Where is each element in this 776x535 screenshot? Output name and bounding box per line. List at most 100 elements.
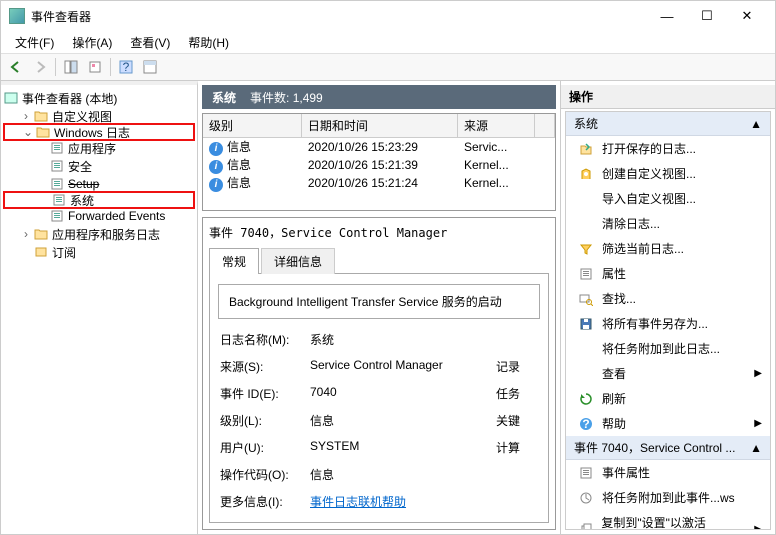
titlebar: 事件查看器 — ☐ ✕ xyxy=(1,1,775,31)
col-datetime[interactable]: 日期和时间 xyxy=(302,114,458,137)
section-label: 系统 xyxy=(574,115,598,132)
action-item[interactable]: 复制到"设置"以激活 Window▶ xyxy=(566,510,770,530)
action-item[interactable]: 清除日志... xyxy=(566,211,770,236)
col-level[interactable]: 级别 xyxy=(203,114,302,137)
action-item[interactable]: 查看▶ xyxy=(566,361,770,386)
forward-button[interactable] xyxy=(29,56,51,78)
blank-icon xyxy=(578,366,594,382)
table-row[interactable]: i信息2020/10/26 15:21:24Kernel... xyxy=(203,174,555,192)
prop-value[interactable]: 事件日志联机帮助 xyxy=(310,493,496,510)
cell-source: Servic... xyxy=(458,140,535,154)
tree-item-7[interactable]: ›应用程序和服务日志 xyxy=(3,225,195,243)
action-section-header[interactable]: 事件 7040，Service Control ...▲ xyxy=(566,436,770,460)
col-source[interactable]: 来源 xyxy=(458,114,535,137)
prop-key: 来源(S): xyxy=(220,358,310,375)
action-item[interactable]: 事件属性 xyxy=(566,460,770,485)
log-header: 系统 事件数: 1,499 xyxy=(202,85,556,109)
back-button[interactable] xyxy=(5,56,27,78)
action-label: 事件属性 xyxy=(602,464,650,481)
menu-help[interactable]: 帮助(H) xyxy=(180,32,237,53)
tree-root-label: 事件查看器 (本地) xyxy=(22,90,117,107)
tab-general[interactable]: 常规 xyxy=(209,248,259,274)
action-label: 复制到"设置"以激活 Window xyxy=(601,514,746,530)
prop-extra xyxy=(496,493,538,510)
action-label: 创建自定义视图... xyxy=(602,165,696,182)
toolbar: ? xyxy=(1,53,775,81)
event-grid[interactable]: 级别 日期和时间 来源 i信息2020/10/26 15:23:29Servic… xyxy=(202,113,556,211)
prop-key: 操作代码(O): xyxy=(220,466,310,483)
prop-key: 事件 ID(E): xyxy=(220,385,310,402)
table-row[interactable]: i信息2020/10/26 15:21:39Kernel... xyxy=(203,156,555,174)
tree-panel[interactable]: 事件查看器 (本地) ›自定义视图⌄Windows 日志应用程序安全Setup系… xyxy=(1,81,198,534)
prop-value: SYSTEM xyxy=(310,439,496,456)
table-row[interactable]: i信息2020/10/26 15:23:29Servic... xyxy=(203,138,555,156)
menu-view[interactable]: 查看(V) xyxy=(122,32,178,53)
action-label: 刷新 xyxy=(602,390,626,407)
log-name: 系统 xyxy=(212,89,236,106)
detail-title: 事件 7040，Service Control Manager xyxy=(209,222,549,247)
col-extra[interactable] xyxy=(535,114,555,137)
action-item[interactable]: 打开保存的日志... xyxy=(566,136,770,161)
menu-file[interactable]: 文件(F) xyxy=(7,32,62,53)
action-label: 将所有事件另存为... xyxy=(602,315,708,332)
blank-icon xyxy=(578,191,594,207)
info-icon: i xyxy=(209,160,223,174)
twisty-icon[interactable]: › xyxy=(19,109,33,123)
action-item[interactable]: 将所有事件另存为... xyxy=(566,311,770,336)
prop-key: 用户(U): xyxy=(220,439,310,456)
action-label: 将任务附加到此事件...ws xyxy=(602,489,735,506)
tree-item-label: 系统 xyxy=(70,192,94,209)
twisty-icon[interactable]: › xyxy=(19,227,33,241)
action-item[interactable]: 查找... xyxy=(566,286,770,311)
action-item[interactable]: 将任务附加到此日志... xyxy=(566,336,770,361)
main-area: 事件查看器 (本地) ›自定义视图⌄Windows 日志应用程序安全Setup系… xyxy=(1,81,775,534)
close-button[interactable]: ✕ xyxy=(727,1,767,31)
section-label: 事件 7040，Service Control ... xyxy=(574,439,735,456)
help-icon: ? xyxy=(578,416,594,432)
action-item[interactable]: 创建自定义视图... xyxy=(566,161,770,186)
help-button[interactable]: ? xyxy=(115,56,137,78)
properties-button[interactable] xyxy=(84,56,106,78)
actions-title: 操作 xyxy=(561,85,775,109)
blank-icon xyxy=(578,216,594,232)
event-properties: 日志名称(M):系统来源(S):Service Control Manager记… xyxy=(218,327,540,510)
action-item[interactable]: 属性 xyxy=(566,261,770,286)
maximize-button[interactable]: ☐ xyxy=(687,1,727,31)
prop-key: 日志名称(M): xyxy=(220,331,310,348)
eventviewer-icon xyxy=(3,91,19,105)
panel-button[interactable] xyxy=(139,56,161,78)
action-section-header[interactable]: 系统▲ xyxy=(566,112,770,136)
tree-item-3[interactable]: 安全 xyxy=(3,157,195,175)
chevron-right-icon: ▶ xyxy=(754,368,762,379)
props-icon xyxy=(578,465,594,481)
action-item[interactable]: 将任务附加到此事件...ws xyxy=(566,485,770,510)
action-item[interactable]: 筛选当前日志... xyxy=(566,236,770,261)
action-item[interactable]: 导入自定义视图... xyxy=(566,186,770,211)
attach-icon xyxy=(578,490,594,506)
minimize-button[interactable]: — xyxy=(647,1,687,31)
blank-icon xyxy=(578,341,594,357)
tab-details[interactable]: 详细信息 xyxy=(261,248,335,274)
show-tree-button[interactable] xyxy=(60,56,82,78)
info-icon: i xyxy=(209,178,223,192)
tree-item-8[interactable]: 订阅 xyxy=(3,243,195,261)
action-item[interactable]: 刷新 xyxy=(566,386,770,411)
tree-item-2[interactable]: 应用程序 xyxy=(3,139,195,157)
menubar: 文件(F) 操作(A) 查看(V) 帮助(H) xyxy=(1,31,775,53)
action-item[interactable]: ?帮助▶ xyxy=(566,411,770,436)
filter-icon xyxy=(578,241,594,257)
prop-value: 7040 xyxy=(310,385,496,402)
grid-header[interactable]: 级别 日期和时间 来源 xyxy=(203,114,555,138)
folder-icon xyxy=(35,125,51,139)
prop-extra xyxy=(496,331,538,348)
twisty-icon[interactable]: ⌄ xyxy=(21,125,35,139)
menu-action[interactable]: 操作(A) xyxy=(64,32,120,53)
tree-item-6[interactable]: Forwarded Events xyxy=(3,207,195,225)
action-label: 将任务附加到此日志... xyxy=(602,340,720,357)
tree-root[interactable]: 事件查看器 (本地) xyxy=(3,89,195,107)
prop-key: 更多信息(I): xyxy=(220,493,310,510)
find-icon xyxy=(578,291,594,307)
sub-icon xyxy=(33,245,49,259)
tree-item-label: Forwarded Events xyxy=(68,209,165,223)
props-icon xyxy=(578,266,594,282)
